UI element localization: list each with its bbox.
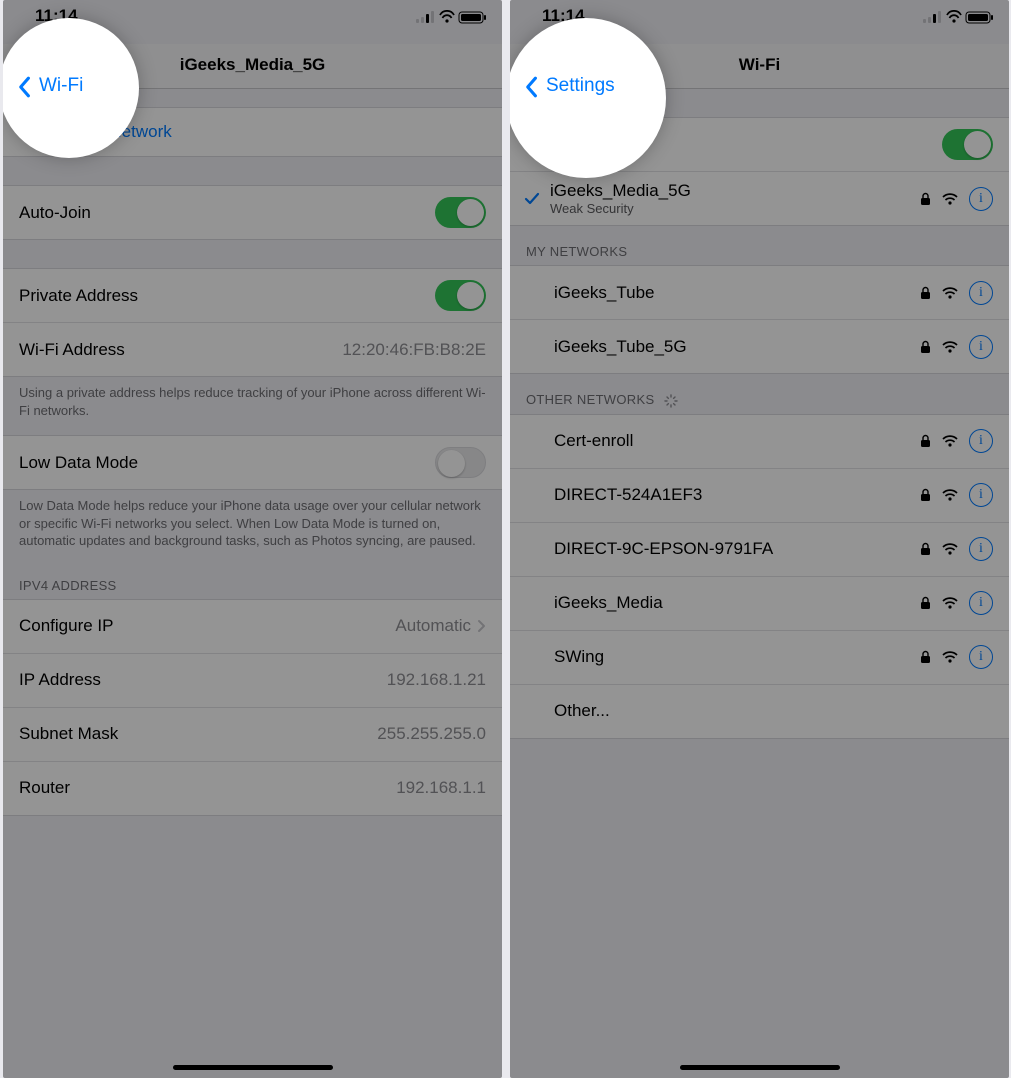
network-row[interactable]: iGeeks_Tube i	[510, 266, 1009, 319]
other-networks-text: OTHER NETWORKS	[526, 392, 654, 407]
wifi-switch[interactable]	[942, 129, 993, 160]
lock-icon	[920, 192, 931, 206]
private-address-footer: Using a private address helps reduce tra…	[3, 377, 502, 429]
info-icon[interactable]: i	[969, 187, 993, 211]
status-indicators	[416, 10, 488, 24]
wifi-address-value: 12:20:46:FB:B8:2E	[342, 340, 486, 360]
phone-left: 11:14 Wi-Fi	[3, 0, 502, 1078]
network-row[interactable]: Cert-enroll i	[510, 415, 1009, 468]
phone-right: 11:14 Settings	[510, 0, 1009, 1078]
wifi-icon	[941, 192, 959, 206]
other-network-row[interactable]: Other...	[510, 684, 1009, 738]
wifi-icon	[941, 286, 959, 300]
subnet-mask-value: 255.255.255.0	[377, 724, 486, 744]
subnet-mask-label: Subnet Mask	[19, 724, 118, 744]
router-value: 192.168.1.1	[396, 778, 486, 798]
lock-icon	[920, 542, 931, 556]
chevron-right-icon	[477, 619, 486, 633]
network-name: iGeeks_Media	[554, 593, 663, 613]
network-row[interactable]: DIRECT-524A1EF3 i	[510, 468, 1009, 522]
info-icon[interactable]: i	[969, 335, 993, 359]
wifi-address-row: Wi-Fi Address 12:20:46:FB:B8:2E	[3, 322, 502, 376]
wifi-icon	[941, 488, 959, 502]
lock-icon	[920, 596, 931, 610]
connected-network-sub: Weak Security	[550, 201, 691, 216]
network-name: iGeeks_Tube_5G	[554, 337, 687, 357]
my-networks-header: MY NETWORKS	[510, 226, 1009, 265]
connected-network-row[interactable]: iGeeks_Media_5G Weak Security i	[510, 171, 1009, 225]
home-indicator[interactable]	[173, 1065, 333, 1070]
info-icon[interactable]: i	[969, 281, 993, 305]
private-address-switch[interactable]	[435, 280, 486, 311]
lock-icon	[920, 488, 931, 502]
status-time: 11:14	[35, 6, 78, 26]
configure-ip-row[interactable]: Configure IP Automatic	[3, 600, 502, 653]
spinner-icon	[664, 394, 678, 408]
network-name: DIRECT-9C-EPSON-9791FA	[554, 539, 773, 559]
lock-icon	[920, 434, 931, 448]
status-indicators	[923, 10, 995, 24]
low-data-mode-label: Low Data Mode	[19, 453, 138, 473]
wifi-icon	[941, 596, 959, 610]
page-title: iGeeks_Media_5G	[3, 55, 502, 75]
status-bar: 11:14	[510, 0, 1009, 44]
home-indicator[interactable]	[680, 1065, 840, 1070]
status-time: 11:14	[542, 6, 585, 26]
wifi-address-label: Wi-Fi Address	[19, 340, 125, 360]
network-name: Cert-enroll	[554, 431, 633, 451]
wifi-icon	[941, 650, 959, 664]
lock-icon	[920, 286, 931, 300]
low-data-mode-switch[interactable]	[435, 447, 486, 478]
private-address-row[interactable]: Private Address	[3, 269, 502, 322]
ip-address-value: 192.168.1.21	[387, 670, 486, 690]
connected-network-name: iGeeks_Media_5G	[550, 181, 691, 201]
nav-bar: Wi-Fi iGeeks_Media_5G	[3, 44, 502, 89]
network-name: iGeeks_Tube	[554, 283, 654, 303]
content-left: Forget This Network Auto-Join Private Ad…	[3, 89, 502, 1078]
low-data-footer: Low Data Mode helps reduce your iPhone d…	[3, 490, 502, 560]
network-name: DIRECT-524A1EF3	[554, 485, 702, 505]
router-row: Router 192.168.1.1	[3, 761, 502, 815]
lock-icon	[920, 340, 931, 354]
wifi-label: Wi-Fi	[526, 135, 566, 155]
subnet-mask-row: Subnet Mask 255.255.255.0	[3, 707, 502, 761]
status-bar: 11:14	[3, 0, 502, 44]
network-name: SWing	[554, 647, 604, 667]
info-icon[interactable]: i	[969, 483, 993, 507]
wifi-icon	[941, 434, 959, 448]
ip-address-label: IP Address	[19, 670, 101, 690]
info-icon[interactable]: i	[969, 537, 993, 561]
info-icon[interactable]: i	[969, 429, 993, 453]
network-row[interactable]: iGeeks_Media i	[510, 576, 1009, 630]
private-address-label: Private Address	[19, 286, 138, 306]
lock-icon	[920, 650, 931, 664]
auto-join-label: Auto-Join	[19, 203, 91, 223]
wifi-icon	[941, 340, 959, 354]
wifi-toggle-row[interactable]: Wi-Fi	[510, 118, 1009, 171]
page-title: Wi-Fi	[510, 55, 1009, 75]
other-networks-header: OTHER NETWORKS	[510, 374, 1009, 414]
network-row[interactable]: iGeeks_Tube_5G i	[510, 319, 1009, 373]
other-label: Other...	[554, 701, 610, 721]
content-right: Wi-Fi iGeeks_Media_5G Weak Security	[510, 89, 1009, 1078]
wifi-icon	[941, 542, 959, 556]
configure-ip-value: Automatic	[395, 616, 471, 636]
info-icon[interactable]: i	[969, 645, 993, 669]
forget-network-button[interactable]: Forget This Network	[3, 107, 502, 157]
ipv4-header: IPV4 ADDRESS	[3, 560, 502, 599]
info-icon[interactable]: i	[969, 591, 993, 615]
network-row[interactable]: SWing i	[510, 630, 1009, 684]
auto-join-row[interactable]: Auto-Join	[3, 186, 502, 239]
auto-join-switch[interactable]	[435, 197, 486, 228]
network-row[interactable]: DIRECT-9C-EPSON-9791FA i	[510, 522, 1009, 576]
low-data-mode-row[interactable]: Low Data Mode	[3, 436, 502, 489]
configure-ip-label: Configure IP	[19, 616, 114, 636]
nav-bar: Settings Wi-Fi	[510, 44, 1009, 89]
checkmark-icon	[520, 192, 544, 206]
router-label: Router	[19, 778, 70, 798]
ip-address-row: IP Address 192.168.1.21	[3, 653, 502, 707]
